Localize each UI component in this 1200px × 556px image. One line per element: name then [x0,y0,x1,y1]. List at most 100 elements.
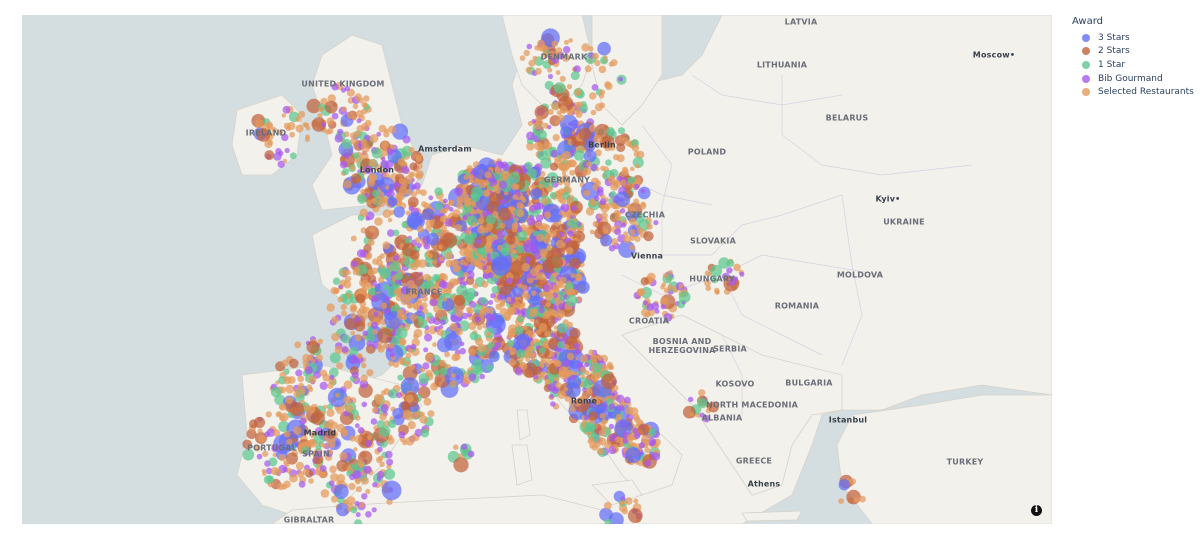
legend-item-selected-restaurants[interactable]: Selected Restaurants [1068,85,1194,99]
restaurant-marker[interactable] [608,144,616,151]
restaurant-marker[interactable] [598,448,604,455]
restaurant-marker[interactable] [432,273,440,282]
restaurant-marker[interactable] [547,125,552,130]
restaurant-marker[interactable] [282,105,291,114]
restaurant-marker[interactable] [654,308,660,314]
restaurant-marker[interactable] [254,444,261,452]
restaurant-marker[interactable] [326,408,335,417]
restaurant-marker[interactable] [496,230,505,239]
restaurant-marker[interactable] [350,235,357,242]
restaurant-marker[interactable] [374,217,383,226]
restaurant-marker[interactable] [555,189,564,198]
restaurant-marker[interactable] [302,468,310,476]
restaurant-marker[interactable] [472,283,479,289]
restaurant-marker[interactable] [588,436,594,443]
restaurant-marker[interactable] [352,470,362,479]
restaurant-marker[interactable] [629,407,639,416]
restaurant-marker[interactable] [439,319,446,326]
restaurant-marker[interactable] [354,93,362,101]
restaurant-marker[interactable] [428,286,435,293]
restaurant-marker[interactable] [387,217,393,223]
restaurant-marker[interactable] [380,268,392,280]
restaurant-marker[interactable] [629,206,637,215]
restaurant-marker[interactable] [317,106,324,112]
restaurant-marker[interactable] [446,281,455,290]
restaurant-marker[interactable] [508,358,516,366]
restaurant-marker[interactable] [336,423,345,433]
restaurant-marker[interactable] [580,354,589,363]
restaurant-marker[interactable] [467,450,475,458]
restaurant-marker[interactable] [538,307,545,314]
restaurant-marker[interactable] [361,493,368,500]
restaurant-marker[interactable] [366,369,374,377]
restaurant-marker[interactable] [623,396,631,404]
restaurant-marker[interactable] [442,198,448,204]
restaurant-marker[interactable] [583,167,592,176]
restaurant-marker[interactable] [622,166,628,173]
restaurant-marker[interactable] [639,202,647,210]
restaurant-marker[interactable] [489,314,496,321]
restaurant-marker[interactable] [461,449,469,457]
restaurant-marker[interactable] [405,188,413,196]
restaurant-marker[interactable] [551,256,563,269]
restaurant-marker[interactable] [561,174,569,183]
restaurant-marker[interactable] [534,67,542,75]
restaurant-marker[interactable] [488,350,500,363]
restaurant-marker[interactable] [270,386,282,398]
restaurant-marker[interactable] [299,388,306,395]
restaurant-marker[interactable] [558,231,565,238]
restaurant-marker[interactable] [383,131,390,138]
restaurant-marker[interactable] [595,399,601,405]
restaurant-marker[interactable] [452,209,461,218]
restaurant-marker[interactable] [303,404,311,412]
restaurant-marker[interactable] [354,334,362,342]
restaurant-marker[interactable] [361,401,368,408]
restaurant-marker[interactable] [354,423,360,429]
restaurant-marker[interactable] [574,88,582,96]
restaurant-marker[interactable] [405,394,414,403]
restaurant-marker[interactable] [468,348,477,356]
restaurant-marker[interactable] [632,427,639,434]
restaurant-marker[interactable] [337,128,344,135]
restaurant-marker[interactable] [464,250,473,259]
restaurant-marker[interactable] [376,344,383,350]
restaurant-marker[interactable] [648,428,657,437]
restaurant-marker[interactable] [409,162,418,171]
restaurant-marker[interactable] [485,364,494,372]
restaurant-marker[interactable] [459,341,465,347]
restaurant-marker[interactable] [354,320,366,332]
restaurant-marker[interactable] [317,338,324,344]
restaurant-marker[interactable] [420,428,430,438]
restaurant-marker[interactable] [453,294,466,307]
restaurant-marker[interactable] [350,132,357,140]
restaurant-marker[interactable] [638,442,645,449]
restaurant-marker[interactable] [500,199,506,205]
restaurant-marker[interactable] [468,300,476,308]
restaurant-marker[interactable] [621,508,628,515]
restaurant-marker[interactable] [277,483,285,491]
restaurant-marker[interactable] [343,280,352,289]
restaurant-marker[interactable] [365,488,371,495]
restaurant-marker[interactable] [409,171,416,177]
restaurant-marker[interactable] [615,413,623,420]
restaurant-marker[interactable] [348,482,356,491]
restaurant-marker[interactable] [351,260,358,268]
restaurant-marker[interactable] [457,198,462,204]
restaurant-marker[interactable] [547,67,553,73]
restaurant-marker[interactable] [516,209,525,218]
restaurant-marker[interactable] [295,369,303,377]
restaurant-marker[interactable] [342,168,350,176]
restaurant-marker[interactable] [640,277,649,286]
restaurant-marker[interactable] [488,300,494,305]
restaurant-marker[interactable] [600,234,613,247]
restaurant-marker[interactable] [586,161,593,168]
restaurant-marker[interactable] [376,470,385,479]
restaurant-marker[interactable] [386,148,394,156]
restaurant-marker[interactable] [354,500,360,507]
restaurant-marker[interactable] [568,401,574,407]
restaurant-marker[interactable] [623,235,632,244]
restaurant-marker[interactable] [383,468,396,480]
restaurant-marker[interactable] [726,267,733,274]
restaurant-marker[interactable] [345,270,351,276]
restaurant-marker[interactable] [364,119,372,127]
